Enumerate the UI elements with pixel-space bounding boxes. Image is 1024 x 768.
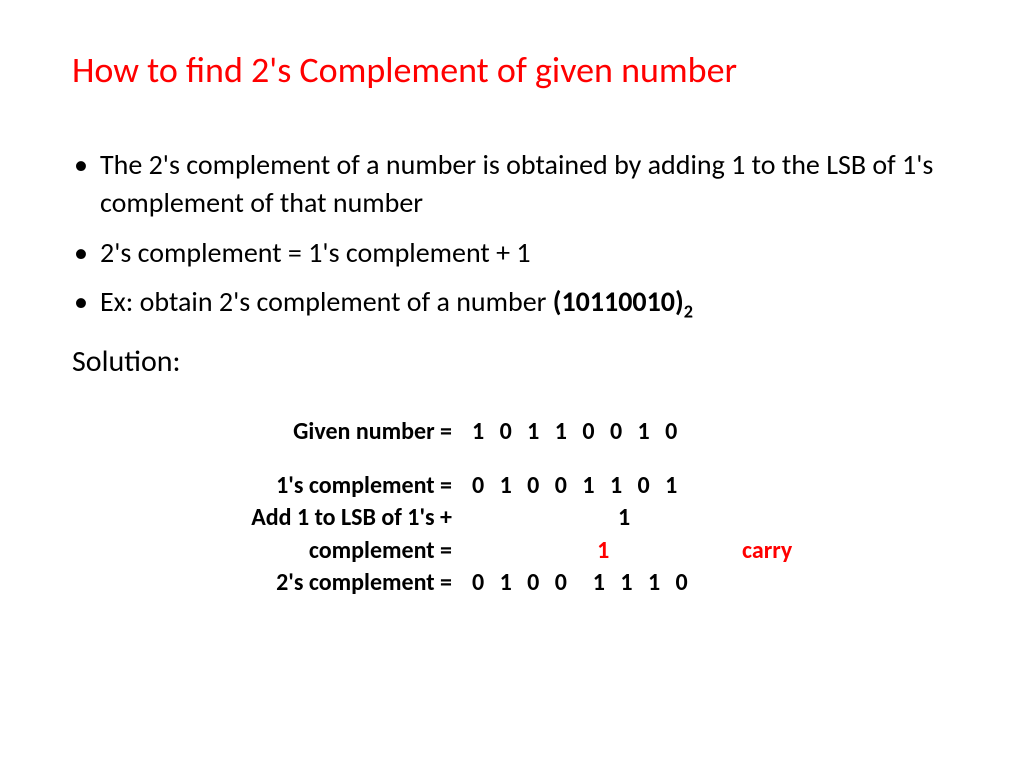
- ex-number: (10110010): [553, 284, 684, 319]
- carry-label: carry: [732, 535, 792, 567]
- bullet-item: 2's complement = 1's complement + 1: [72, 234, 964, 272]
- given-value: 1 0 1 1 0 0 1 0: [472, 416, 732, 448]
- add-label: Add 1 to LSB of 1's +: [182, 502, 472, 534]
- solution-label: Solution:: [72, 343, 964, 380]
- twos-value: 0 1 0 0 1 1 1 0: [472, 567, 732, 599]
- ones-label: 1's complement =: [182, 470, 472, 502]
- twos-label: 2's complement =: [182, 567, 472, 599]
- given-label: Given number =: [182, 416, 472, 448]
- calc-row-twos: 2's complement = 0 1 0 0 1 1 1 0: [182, 567, 964, 599]
- ex-prefix: Ex: obtain 2's complement of a number: [100, 284, 553, 319]
- calculation-block: Given number = 1 0 1 1 0 0 1 0 1's compl…: [182, 416, 964, 600]
- bullet-list: The 2's complement of a number is obtain…: [72, 146, 964, 325]
- calc-row-complement: complement = 1 carry: [182, 535, 964, 567]
- bullet-item: Ex: obtain 2's complement of a number (1…: [72, 283, 964, 324]
- ones-value: 0 1 0 0 1 1 0 1: [472, 470, 732, 502]
- calc-row-ones: 1's complement = 0 1 0 0 1 1 0 1: [182, 470, 964, 502]
- slide-title: How to find 2's Complement of given numb…: [72, 48, 964, 92]
- calc-row-add: Add 1 to LSB of 1's + 1: [182, 502, 964, 534]
- bullet-item: The 2's complement of a number is obtain…: [72, 146, 964, 222]
- complement-label: complement =: [182, 535, 472, 567]
- calc-row-given: Given number = 1 0 1 1 0 0 1 0: [182, 416, 964, 448]
- add-value: 1: [472, 502, 732, 534]
- ex-subscript: 2: [684, 301, 693, 323]
- carry-value: 1: [472, 535, 732, 567]
